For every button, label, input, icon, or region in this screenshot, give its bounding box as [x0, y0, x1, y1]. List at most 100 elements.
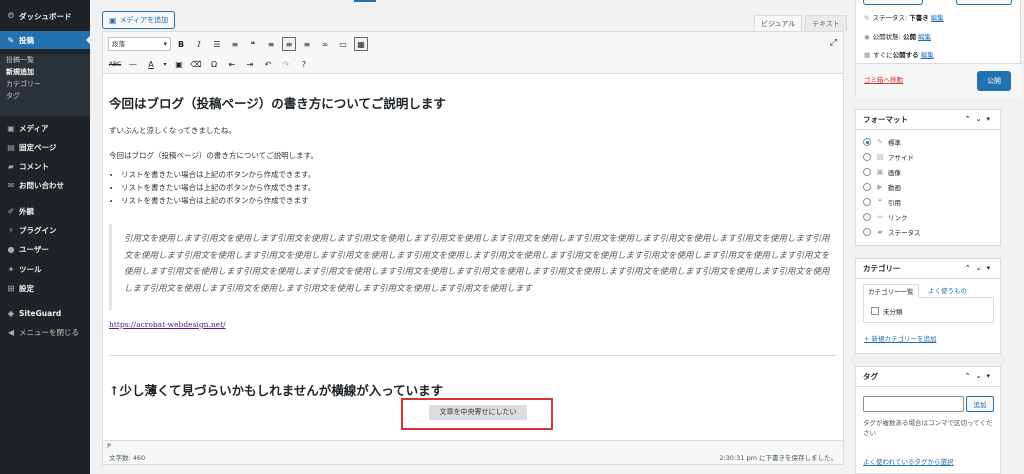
sidebar-item-appearance[interactable]: ✐ 外観	[0, 202, 90, 220]
box-controls[interactable]: ⌃⌄▾	[965, 115, 995, 123]
content-link[interactable]: https://acrobat-webdesign.net/	[109, 320, 226, 329]
sidebar-item-pages[interactable]: ▤ 固定ページ	[0, 138, 90, 156]
link-icon[interactable]: ∞	[318, 37, 332, 51]
category-item[interactable]: 未分類	[871, 306, 903, 316]
undo-icon[interactable]: ↶	[261, 57, 275, 71]
media-icon: ▣	[7, 123, 15, 133]
align-left-icon[interactable]: ≡	[264, 37, 278, 51]
italic-icon[interactable]: I	[192, 37, 206, 51]
tab-all-categories[interactable]: カテゴリー一覧	[863, 284, 919, 298]
sidebar-item-dashboard[interactable]: ⏲ ダッシュボード	[0, 7, 90, 25]
sidebar-item-contact[interactable]: ✉ お問い合わせ	[0, 176, 90, 194]
submenu-all-posts[interactable]: 投稿一覧	[0, 54, 90, 66]
paste-text-icon[interactable]: ▣	[172, 57, 186, 71]
add-media-button[interactable]: ▣ メディアを追加	[102, 11, 176, 29]
publish-button[interactable]: 公開	[977, 71, 1011, 91]
blockquote-icon[interactable]: ❝	[246, 37, 260, 51]
toolbar-toggle-icon[interactable]: ▦	[354, 37, 368, 51]
tab-most-used[interactable]: よく使うもの	[924, 284, 971, 298]
category-list-panel: 未分類	[863, 297, 994, 323]
radio-button[interactable]	[863, 153, 871, 161]
strikethrough-icon[interactable]: ABC	[108, 57, 122, 71]
preview-button[interactable]	[956, 0, 1012, 5]
tab-text[interactable]: テキスト	[805, 15, 847, 31]
sidebar-item-settings[interactable]: ⊞ 設定	[0, 279, 90, 297]
redo-icon[interactable]: ↷	[279, 57, 293, 71]
post-editor: 段落 B I ☰ ≡ ❝ ≡ ≡ ≡ ∞ ▭ ▦ ABC — A ▾ ▣ ⌫ Ω…	[102, 31, 844, 465]
submenu-categories[interactable]: カテゴリー	[0, 78, 90, 90]
sidebar-item-siteguard[interactable]: ◆ SiteGuard	[0, 304, 90, 322]
save-draft-button[interactable]	[863, 0, 923, 5]
read-more-icon[interactable]: ▭	[336, 37, 350, 51]
text-color-icon[interactable]: A	[144, 57, 158, 71]
align-center-icon[interactable]: ≡	[282, 37, 296, 51]
sidebar-item-users[interactable]: ● ユーザー	[0, 240, 90, 258]
choose-popular-tags-link[interactable]: よく使われているタグから選択	[863, 456, 953, 466]
box-controls[interactable]: ⌃⌄▾	[965, 372, 995, 380]
radio-button[interactable]	[863, 228, 871, 236]
format-option-standard[interactable]: ✎ 標準	[863, 136, 901, 148]
image-icon: ▣	[876, 168, 884, 176]
tab-visual[interactable]: ビジュアル	[754, 15, 803, 31]
format-option-image[interactable]: ▣ 画像	[863, 166, 901, 178]
align-right-icon[interactable]: ≡	[300, 37, 314, 51]
paragraph-format-select[interactable]: 段落	[108, 37, 171, 51]
radio-button[interactable]	[863, 168, 871, 176]
sidebar-item-media[interactable]: ▣ メディア	[0, 119, 90, 137]
scroll-indicator	[354, 0, 376, 2]
outdent-icon[interactable]: ⇤	[225, 57, 239, 71]
sidebar-item-label: 固定ページ	[19, 142, 57, 152]
move-to-trash-link[interactable]: ゴミ箱へ移動	[864, 74, 903, 84]
format-option-quote[interactable]: ❝ 引用	[863, 196, 901, 208]
radio-button[interactable]	[863, 198, 871, 206]
indent-icon[interactable]: ⇥	[243, 57, 257, 71]
radio-button[interactable]	[863, 183, 871, 191]
format-option-aside[interactable]: ▤ アサイド	[863, 151, 914, 163]
format-option-video[interactable]: ▶ 動画	[863, 181, 901, 193]
help-icon[interactable]: ?	[297, 57, 311, 71]
clear-format-icon[interactable]: ⌫	[189, 57, 203, 71]
numbered-list-icon[interactable]: ≡	[228, 37, 242, 51]
sidebar-item-tools[interactable]: ✦ ツール	[0, 260, 90, 278]
checkbox[interactable]	[871, 307, 879, 315]
content-paragraph: ずいぶんと涼しくなってきましたね。	[109, 126, 236, 135]
chevron-down-icon[interactable]: ▾	[158, 57, 172, 71]
element-path: P	[103, 440, 843, 452]
add-new-category-link[interactable]: + 新規カテゴリーを追加	[864, 333, 937, 343]
edit-schedule-link[interactable]: 編集	[921, 51, 934, 59]
format-option-label: アサイド	[888, 154, 914, 162]
sidebar-item-label: 設定	[19, 283, 34, 293]
radio-button[interactable]	[863, 213, 871, 221]
format-option-link[interactable]: ∞ リンク	[863, 211, 908, 223]
posts-submenu: 投稿一覧 新規追加 カテゴリー タグ	[0, 54, 90, 116]
add-tag-button[interactable]: 追加	[966, 396, 994, 412]
sidebar-item-posts[interactable]: ✎ 投稿	[0, 31, 90, 49]
format-option-status[interactable]: ▰ ステータス	[863, 226, 921, 238]
bold-icon[interactable]: B	[174, 37, 188, 51]
submenu-tags[interactable]: タグ	[0, 90, 90, 102]
sidebar-item-label: SiteGuard	[19, 308, 62, 318]
fullscreen-icon[interactable]: ⤢	[830, 38, 837, 48]
sidebar-item-label: お問い合わせ	[19, 180, 64, 190]
editor-content[interactable]: 今回はブログ（投稿ページ）の書き方についてご説明します ずいぶんと涼しくなってき…	[103, 75, 843, 440]
tag-input[interactable]	[863, 396, 964, 412]
collapse-menu-button[interactable]: ◀ メニューを閉じる	[0, 323, 90, 341]
radio-button[interactable]	[863, 138, 871, 146]
sidebar-item-label: コメント	[19, 161, 49, 171]
editor-status-bar: 文字数: 460 2:30:31 pm に下書きを保存しました。	[103, 452, 843, 464]
submenu-add-new[interactable]: 新規追加	[0, 66, 90, 78]
calendar-icon: ▦	[864, 51, 871, 59]
edit-status-link[interactable]: 編集	[931, 14, 944, 22]
bullet-list-icon[interactable]: ☰	[210, 37, 224, 51]
sidebar-item-comments[interactable]: ▰ コメント	[0, 157, 90, 175]
sidebar-item-label: 外観	[19, 206, 34, 216]
box-controls[interactable]: ⌃⌄▾	[965, 264, 995, 272]
format-option-label: リンク	[888, 214, 908, 222]
sidebar-item-plugins[interactable]: ⚡ プラグイン	[0, 221, 90, 239]
horizontal-line-icon[interactable]: —	[126, 57, 140, 71]
eye-icon: ◉	[864, 33, 870, 41]
edit-visibility-link[interactable]: 編集	[918, 33, 931, 41]
tag-box-header: タグ ⌃⌄▾	[856, 367, 1000, 387]
special-char-icon[interactable]: Ω	[207, 57, 221, 71]
list-item: リストを書きたい場合は上記のボタンから作成できます	[121, 194, 315, 207]
